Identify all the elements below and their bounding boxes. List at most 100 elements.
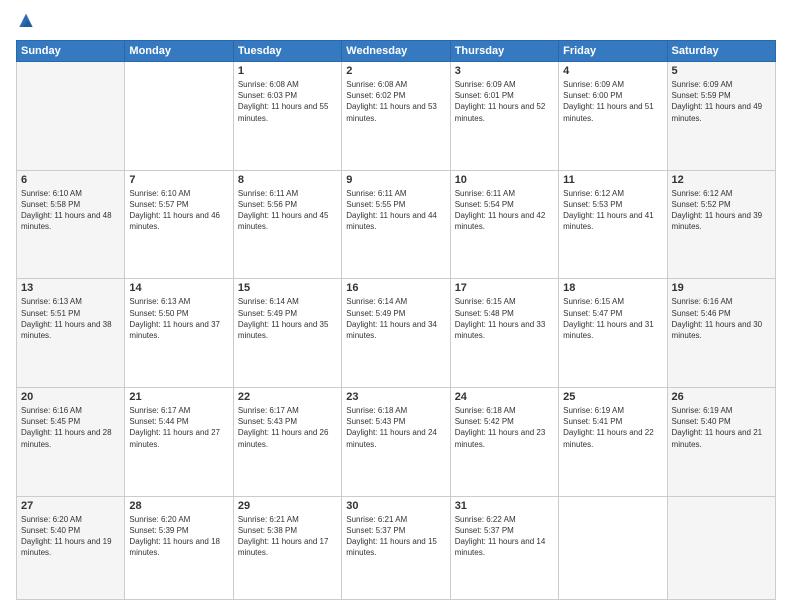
day-cell: 29 Sunrise: 6:21 AM Sunset: 5:38 PM Dayli… bbox=[233, 496, 341, 599]
col-header-tuesday: Tuesday bbox=[233, 41, 341, 62]
day-number: 24 bbox=[455, 391, 554, 403]
day-info: Sunrise: 6:15 AM Sunset: 5:47 PM Dayligh… bbox=[563, 296, 662, 341]
day-info: Sunrise: 6:16 AM Sunset: 5:45 PM Dayligh… bbox=[21, 405, 120, 450]
day-cell bbox=[667, 496, 775, 599]
day-info: Sunrise: 6:10 AM Sunset: 5:57 PM Dayligh… bbox=[129, 188, 228, 233]
day-number: 11 bbox=[563, 174, 662, 186]
day-cell: 8Sunrise: 6:11 AM Sunset: 5:56 PM Daylig… bbox=[233, 170, 341, 279]
day-cell: 31 Sunrise: 6:22 AM Sunset: 5:37 PM Dayli… bbox=[450, 496, 558, 599]
day-number: 15 bbox=[238, 282, 337, 294]
day-info: Sunrise: 6:20 AM Sunset: 5:40 PM Dayligh… bbox=[21, 514, 120, 559]
day-cell: 23 Sunrise: 6:18 AM Sunset: 5:43 PM Dayli… bbox=[342, 387, 450, 496]
col-header-monday: Monday bbox=[125, 41, 233, 62]
day-number: 2 bbox=[346, 65, 445, 77]
day-number: 25 bbox=[563, 391, 662, 403]
day-number: 9 bbox=[346, 174, 445, 186]
col-header-wednesday: Wednesday bbox=[342, 41, 450, 62]
day-cell: 11 Sunrise: 6:12 AM Sunset: 5:53 PM Dayli… bbox=[559, 170, 667, 279]
col-header-sunday: Sunday bbox=[17, 41, 125, 62]
week-row-2: 6Sunrise: 6:10 AM Sunset: 5:58 PM Daylig… bbox=[17, 170, 776, 279]
day-cell: 30 Sunrise: 6:21 AM Sunset: 5:37 PM Dayli… bbox=[342, 496, 450, 599]
week-row-4: 20 Sunrise: 6:16 AM Sunset: 5:45 PM Dayli… bbox=[17, 387, 776, 496]
day-info: Sunrise: 6:15 AM Sunset: 5:48 PM Dayligh… bbox=[455, 296, 554, 341]
day-info: Sunrise: 6:16 AM Sunset: 5:46 PM Dayligh… bbox=[672, 296, 771, 341]
day-number: 20 bbox=[21, 391, 120, 403]
day-info: Sunrise: 6:11 AM Sunset: 5:56 PM Dayligh… bbox=[238, 188, 337, 233]
day-info: Sunrise: 6:12 AM Sunset: 5:53 PM Dayligh… bbox=[563, 188, 662, 233]
day-info: Sunrise: 6:13 AM Sunset: 5:50 PM Dayligh… bbox=[129, 296, 228, 341]
day-number: 7 bbox=[129, 174, 228, 186]
day-number: 5 bbox=[672, 65, 771, 77]
day-cell: 12 Sunrise: 6:12 AM Sunset: 5:52 PM Dayli… bbox=[667, 170, 775, 279]
day-info: Sunrise: 6:18 AM Sunset: 5:43 PM Dayligh… bbox=[346, 405, 445, 450]
day-cell: 24 Sunrise: 6:18 AM Sunset: 5:42 PM Dayli… bbox=[450, 387, 558, 496]
logo bbox=[16, 12, 38, 32]
day-info: Sunrise: 6:21 AM Sunset: 5:37 PM Dayligh… bbox=[346, 514, 445, 559]
day-number: 1 bbox=[238, 65, 337, 77]
day-number: 17 bbox=[455, 282, 554, 294]
day-number: 29 bbox=[238, 500, 337, 512]
day-info: Sunrise: 6:21 AM Sunset: 5:38 PM Dayligh… bbox=[238, 514, 337, 559]
day-cell: 4Sunrise: 6:09 AM Sunset: 6:00 PM Daylig… bbox=[559, 62, 667, 171]
day-info: Sunrise: 6:13 AM Sunset: 5:51 PM Dayligh… bbox=[21, 296, 120, 341]
day-number: 30 bbox=[346, 500, 445, 512]
week-row-5: 27 Sunrise: 6:20 AM Sunset: 5:40 PM Dayli… bbox=[17, 496, 776, 599]
calendar-table: SundayMondayTuesdayWednesdayThursdayFrid… bbox=[16, 40, 776, 600]
page: SundayMondayTuesdayWednesdayThursdayFrid… bbox=[0, 0, 792, 612]
day-cell: 21 Sunrise: 6:17 AM Sunset: 5:44 PM Dayli… bbox=[125, 387, 233, 496]
day-info: Sunrise: 6:22 AM Sunset: 5:37 PM Dayligh… bbox=[455, 514, 554, 559]
day-info: Sunrise: 6:14 AM Sunset: 5:49 PM Dayligh… bbox=[238, 296, 337, 341]
day-cell: 2 Sunrise: 6:08 AM Sunset: 6:02 PM Daylig… bbox=[342, 62, 450, 171]
logo-icon bbox=[16, 12, 36, 32]
day-number: 23 bbox=[346, 391, 445, 403]
day-number: 31 bbox=[455, 500, 554, 512]
day-number: 3 bbox=[455, 65, 554, 77]
day-info: Sunrise: 6:18 AM Sunset: 5:42 PM Dayligh… bbox=[455, 405, 554, 450]
day-info: Sunrise: 6:08 AM Sunset: 6:03 PM Dayligh… bbox=[238, 79, 337, 124]
day-number: 16 bbox=[346, 282, 445, 294]
day-info: Sunrise: 6:14 AM Sunset: 5:49 PM Dayligh… bbox=[346, 296, 445, 341]
day-cell: 22 Sunrise: 6:17 AM Sunset: 5:43 PM Dayli… bbox=[233, 387, 341, 496]
day-number: 19 bbox=[672, 282, 771, 294]
day-cell: 13 Sunrise: 6:13 AM Sunset: 5:51 PM Dayli… bbox=[17, 279, 125, 388]
day-cell: 1 Sunrise: 6:08 AM Sunset: 6:03 PM Daylig… bbox=[233, 62, 341, 171]
day-info: Sunrise: 6:17 AM Sunset: 5:44 PM Dayligh… bbox=[129, 405, 228, 450]
day-info: Sunrise: 6:20 AM Sunset: 5:39 PM Dayligh… bbox=[129, 514, 228, 559]
day-number: 12 bbox=[672, 174, 771, 186]
day-info: Sunrise: 6:10 AM Sunset: 5:58 PM Dayligh… bbox=[21, 188, 120, 233]
day-cell: 16 Sunrise: 6:14 AM Sunset: 5:49 PM Dayli… bbox=[342, 279, 450, 388]
day-info: Sunrise: 6:12 AM Sunset: 5:52 PM Dayligh… bbox=[672, 188, 771, 233]
day-cell: 14Sunrise: 6:13 AM Sunset: 5:50 PM Dayli… bbox=[125, 279, 233, 388]
day-cell: 7 Sunrise: 6:10 AM Sunset: 5:57 PM Daylig… bbox=[125, 170, 233, 279]
day-number: 10 bbox=[455, 174, 554, 186]
day-cell: 28Sunrise: 6:20 AM Sunset: 5:39 PM Dayli… bbox=[125, 496, 233, 599]
day-cell: 9 Sunrise: 6:11 AM Sunset: 5:55 PM Daylig… bbox=[342, 170, 450, 279]
day-cell: 15 Sunrise: 6:14 AM Sunset: 5:49 PM Dayli… bbox=[233, 279, 341, 388]
week-row-3: 13 Sunrise: 6:13 AM Sunset: 5:51 PM Dayli… bbox=[17, 279, 776, 388]
day-cell: 10Sunrise: 6:11 AM Sunset: 5:54 PM Dayli… bbox=[450, 170, 558, 279]
day-cell: 26Sunrise: 6:19 AM Sunset: 5:40 PM Dayli… bbox=[667, 387, 775, 496]
day-info: Sunrise: 6:17 AM Sunset: 5:43 PM Dayligh… bbox=[238, 405, 337, 450]
day-info: Sunrise: 6:19 AM Sunset: 5:41 PM Dayligh… bbox=[563, 405, 662, 450]
calendar-header-row: SundayMondayTuesdayWednesdayThursdayFrid… bbox=[17, 41, 776, 62]
day-number: 22 bbox=[238, 391, 337, 403]
day-cell: 17 Sunrise: 6:15 AM Sunset: 5:48 PM Dayli… bbox=[450, 279, 558, 388]
day-cell bbox=[125, 62, 233, 171]
header bbox=[16, 12, 776, 32]
day-cell: 6Sunrise: 6:10 AM Sunset: 5:58 PM Daylig… bbox=[17, 170, 125, 279]
day-cell: 20 Sunrise: 6:16 AM Sunset: 5:45 PM Dayli… bbox=[17, 387, 125, 496]
col-header-thursday: Thursday bbox=[450, 41, 558, 62]
day-number: 27 bbox=[21, 500, 120, 512]
day-cell: 19 Sunrise: 6:16 AM Sunset: 5:46 PM Dayli… bbox=[667, 279, 775, 388]
day-info: Sunrise: 6:09 AM Sunset: 6:01 PM Dayligh… bbox=[455, 79, 554, 124]
col-header-friday: Friday bbox=[559, 41, 667, 62]
day-number: 21 bbox=[129, 391, 228, 403]
day-cell: 25 Sunrise: 6:19 AM Sunset: 5:41 PM Dayli… bbox=[559, 387, 667, 496]
day-cell: 3 Sunrise: 6:09 AM Sunset: 6:01 PM Daylig… bbox=[450, 62, 558, 171]
day-info: Sunrise: 6:08 AM Sunset: 6:02 PM Dayligh… bbox=[346, 79, 445, 124]
day-info: Sunrise: 6:11 AM Sunset: 5:55 PM Dayligh… bbox=[346, 188, 445, 233]
day-info: Sunrise: 6:09 AM Sunset: 5:59 PM Dayligh… bbox=[672, 79, 771, 124]
day-number: 13 bbox=[21, 282, 120, 294]
day-cell bbox=[559, 496, 667, 599]
day-info: Sunrise: 6:09 AM Sunset: 6:00 PM Dayligh… bbox=[563, 79, 662, 124]
